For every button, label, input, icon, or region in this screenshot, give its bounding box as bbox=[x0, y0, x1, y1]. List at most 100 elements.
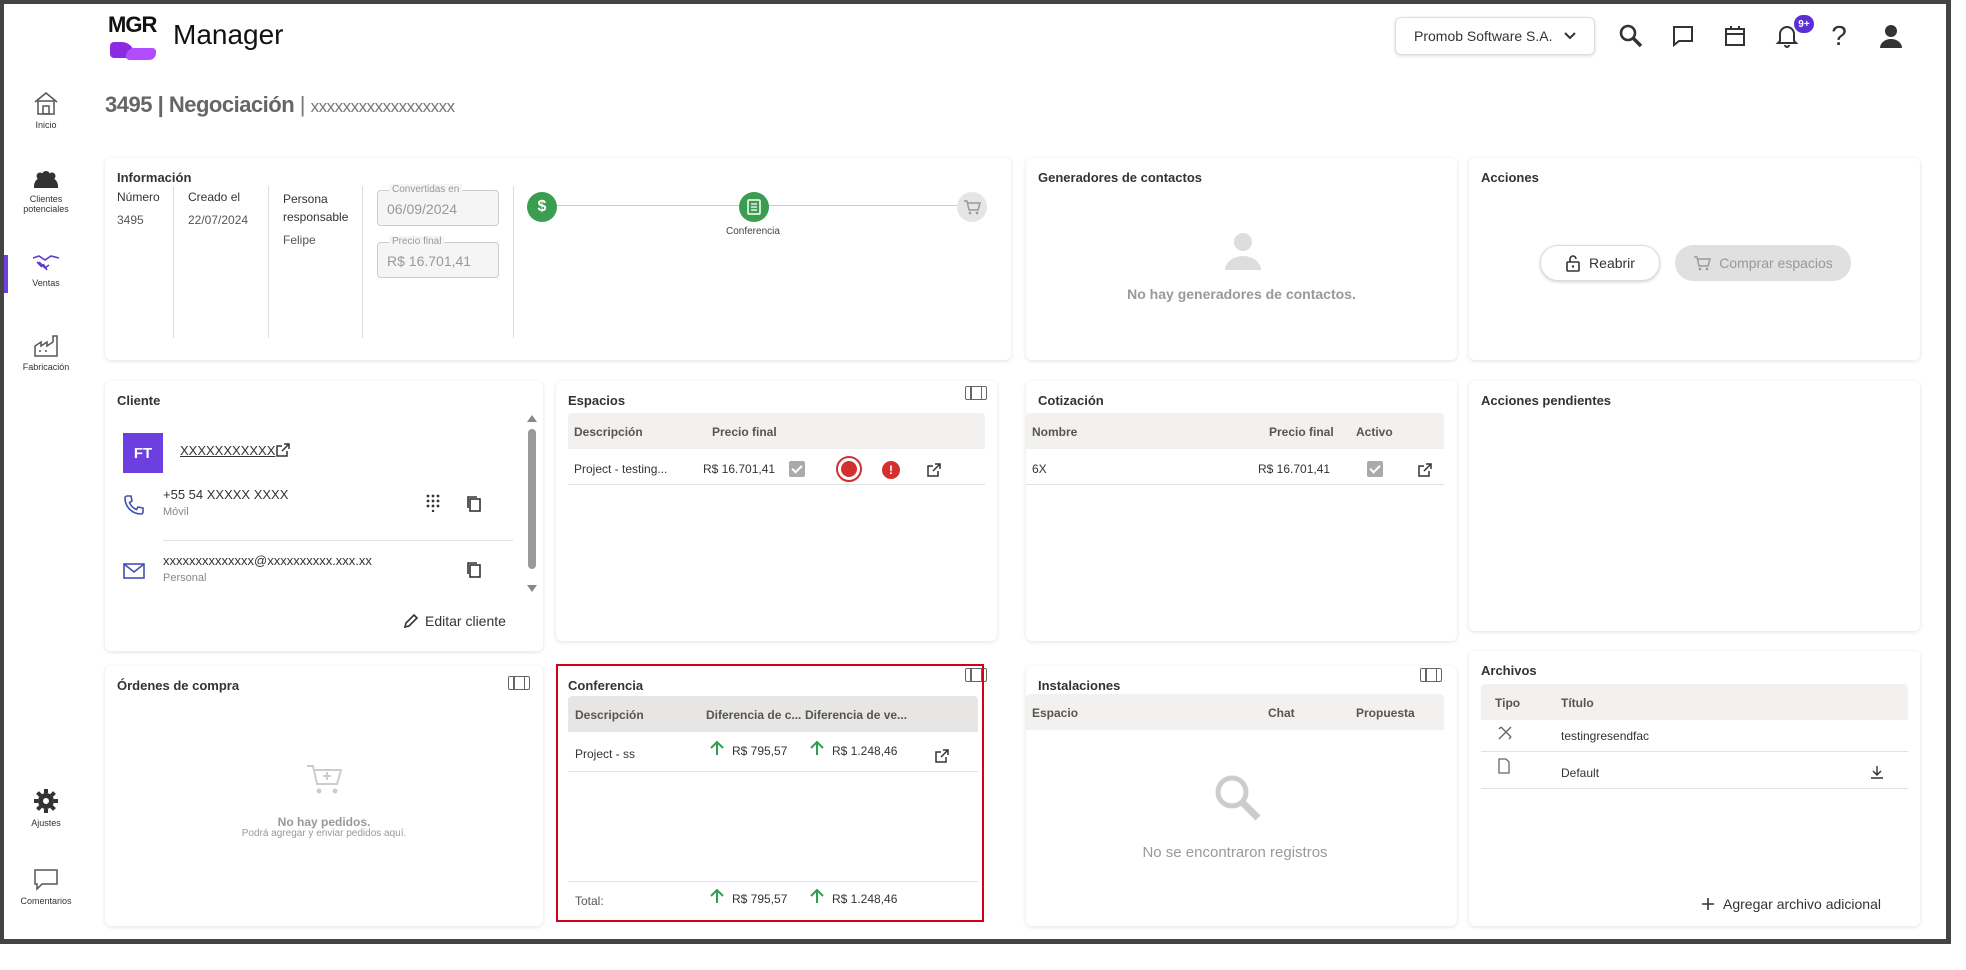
dollar-stage-icon: $ bbox=[527, 192, 557, 222]
table-header bbox=[1481, 684, 1908, 720]
sidebar-item-label: Ventas bbox=[32, 278, 60, 288]
window-border bbox=[0, 0, 4, 944]
row-precio: R$ 16.701,41 bbox=[703, 462, 776, 476]
column-header: Chat bbox=[1268, 706, 1295, 720]
expand-icon[interactable] bbox=[1420, 668, 1442, 682]
generadores-card: Generadores de contactos No hay generado… bbox=[1026, 158, 1457, 360]
sidebar-item-ventas[interactable]: Ventas bbox=[8, 252, 84, 288]
gear-icon bbox=[34, 789, 58, 813]
precio-value: R$ 16.701,41 bbox=[387, 253, 472, 269]
responsable-value: Felipe bbox=[283, 233, 316, 247]
avatar: FT bbox=[123, 433, 163, 473]
row-nombre: 6X bbox=[1032, 462, 1047, 476]
sidebar-item-ajustes[interactable]: Ajustes bbox=[8, 788, 84, 828]
design-tools-icon bbox=[1498, 726, 1512, 740]
card-title: Órdenes de compra bbox=[117, 678, 240, 693]
calendar-icon[interactable] bbox=[1719, 20, 1751, 52]
sidebar-item-inicio[interactable]: Inicio bbox=[8, 90, 84, 130]
card-title: Instalaciones bbox=[1038, 678, 1121, 693]
comment-icon bbox=[34, 869, 58, 891]
logo-text: MGR bbox=[108, 12, 157, 37]
app-title: Manager bbox=[173, 19, 284, 50]
open-external-icon[interactable] bbox=[926, 462, 942, 478]
window-border bbox=[0, 0, 1951, 4]
sidebar-item-label: Ajustes bbox=[31, 818, 61, 828]
edit-client-button[interactable]: Editar cliente bbox=[403, 613, 506, 629]
acciones-card: Acciones Reabrir Comprar espacios bbox=[1469, 158, 1920, 360]
column-header: Descripción bbox=[574, 425, 643, 439]
phone-type: Móvil bbox=[163, 506, 189, 518]
client-name: xxxxxxxxxxxxxxxxxx bbox=[310, 97, 456, 116]
sidebar-item-fabricacion[interactable]: Fabricación bbox=[8, 334, 84, 372]
error-icon[interactable]: ! bbox=[882, 461, 900, 479]
column-header: Precio final bbox=[1269, 425, 1334, 439]
open-external-icon[interactable] bbox=[1417, 462, 1433, 478]
company-select[interactable]: Promob Software S.A. bbox=[1395, 17, 1595, 55]
ordenes-card: Órdenes de compra No hay pedidos. Podrá … bbox=[105, 666, 543, 926]
promob-icon[interactable] bbox=[836, 456, 862, 482]
responsable-label: Persona responsable bbox=[283, 192, 349, 224]
chevron-down-icon bbox=[1563, 32, 1576, 40]
sidebar-item-comentarios[interactable]: Comentarios bbox=[8, 868, 84, 906]
open-external-icon[interactable] bbox=[275, 442, 291, 458]
file-title[interactable]: testingresendfac bbox=[1561, 729, 1649, 743]
add-file-label: Agregar archivo adicional bbox=[1723, 896, 1881, 912]
chat-icon[interactable] bbox=[1667, 20, 1699, 52]
user-icon[interactable] bbox=[1875, 20, 1907, 52]
expand-icon[interactable] bbox=[965, 386, 987, 400]
creado-value: 22/07/2024 bbox=[188, 213, 249, 227]
cart-stage-icon bbox=[957, 192, 987, 222]
card-title: Información bbox=[117, 170, 192, 185]
notification-badge: 9+ bbox=[1794, 15, 1814, 33]
document-stage-icon bbox=[739, 192, 769, 222]
card-title: Generadores de contactos bbox=[1038, 170, 1202, 185]
expand-icon[interactable] bbox=[508, 676, 530, 690]
unlock-icon bbox=[1566, 255, 1580, 272]
comprar-espacios-button[interactable]: Comprar espacios bbox=[1675, 245, 1851, 281]
card-title: Archivos bbox=[1481, 663, 1537, 678]
download-icon[interactable] bbox=[1870, 765, 1884, 779]
copy-icon[interactable] bbox=[466, 495, 482, 513]
file-title[interactable]: Default bbox=[1561, 766, 1599, 780]
instalaciones-card: Instalaciones Espacio Chat Propuesta No … bbox=[1026, 666, 1457, 926]
search-icon[interactable] bbox=[1615, 20, 1647, 52]
client-link[interactable]: XXXXXXXXXXX bbox=[180, 443, 275, 458]
pendientes-card: Acciones pendientes bbox=[1469, 381, 1920, 631]
cotizacion-card: Cotización Nombre Precio final Activo 6X… bbox=[1026, 381, 1457, 641]
dialpad-icon[interactable] bbox=[426, 494, 440, 512]
sidebar-item-clientes[interactable]: Clientes potenciales bbox=[8, 170, 84, 214]
reabrir-button[interactable]: Reabrir bbox=[1540, 245, 1660, 281]
card-title: Cotización bbox=[1038, 393, 1104, 408]
email-icon bbox=[123, 563, 145, 579]
factory-icon bbox=[34, 335, 58, 357]
cart-icon bbox=[1694, 256, 1712, 271]
column-header: Propuesta bbox=[1356, 706, 1415, 720]
column-header: Título bbox=[1561, 696, 1594, 710]
copy-icon[interactable] bbox=[466, 561, 482, 579]
app-logo[interactable]: MGR bbox=[108, 12, 160, 60]
espacios-card: Espacios Descripción Precio final Projec… bbox=[556, 381, 997, 641]
people-icon bbox=[34, 171, 58, 188]
archivos-card: Archivos Tipo Título testingresendfac De… bbox=[1469, 651, 1920, 926]
empty-message: No hay pedidos. bbox=[277, 815, 371, 829]
comprar-label: Comprar espacios bbox=[1719, 255, 1833, 271]
empty-sub-message: Podrá agregar y enviar pedidos aquí. bbox=[241, 828, 407, 839]
add-file-button[interactable]: Agregar archivo adicional bbox=[1701, 896, 1881, 912]
email-type: Personal bbox=[163, 572, 207, 584]
convertidas-label: Convertidas en bbox=[389, 184, 463, 195]
deal-title: Negociación bbox=[168, 92, 295, 117]
numero-value: 3495 bbox=[117, 213, 144, 227]
card-title: Acciones pendientes bbox=[1481, 393, 1612, 408]
column-header: Activo bbox=[1356, 425, 1393, 439]
plus-icon bbox=[1702, 898, 1714, 910]
column-header: Precio final bbox=[712, 425, 777, 439]
row-precio: R$ 16.701,41 bbox=[1258, 462, 1331, 476]
user-placeholder-icon bbox=[1225, 233, 1261, 270]
column-header: Tipo bbox=[1495, 696, 1521, 710]
cart-placeholder-icon bbox=[307, 765, 343, 794]
checkbox[interactable] bbox=[1367, 461, 1383, 477]
info-card: Información Número 3495 Creado el 22/07/… bbox=[105, 158, 1011, 360]
help-icon[interactable]: ? bbox=[1823, 20, 1855, 52]
scrollbar[interactable] bbox=[527, 415, 537, 595]
checkbox[interactable] bbox=[789, 461, 805, 477]
